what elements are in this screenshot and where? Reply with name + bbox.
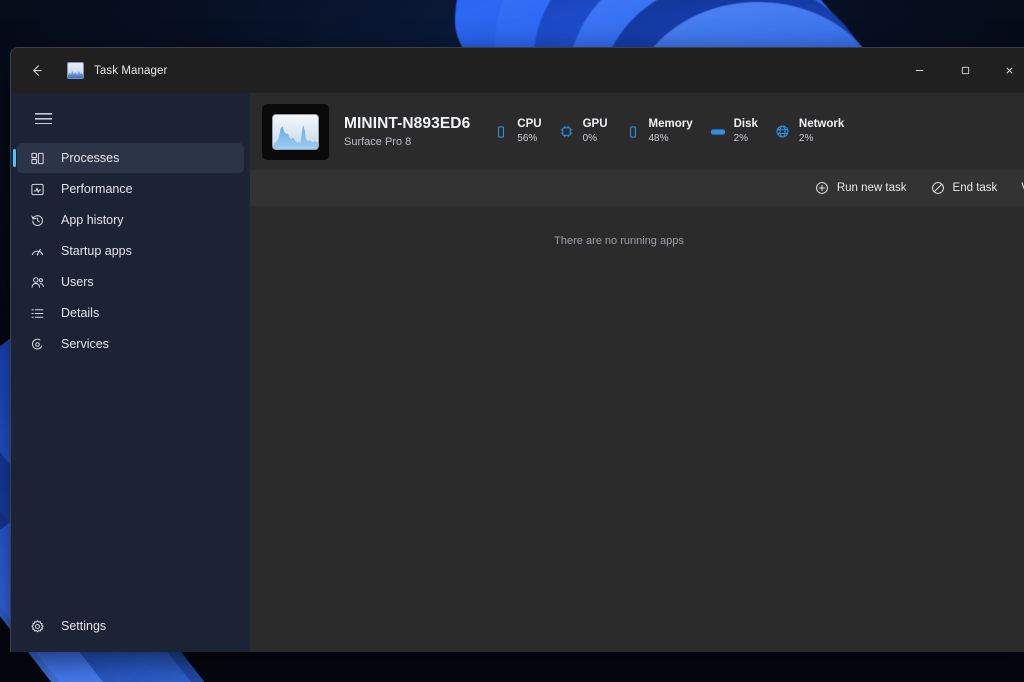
sidebar-item-app-history[interactable]: App history [17,205,244,235]
stat-label: GPU [583,118,608,131]
sidebar-item-startup-apps[interactable]: Startup apps [17,236,244,266]
stat-label: Network [799,118,844,131]
cpu-icon [492,123,510,141]
resource-stats: CPU 56% G [492,118,860,145]
stat-label: Memory [649,118,693,131]
stat-gpu[interactable]: GPU 0% [558,118,608,145]
process-list-panel: There are no running apps [250,206,1024,652]
details-list-icon [27,303,47,323]
stat-value: 48% [649,133,693,145]
sidebar-item-label: Users [61,276,94,289]
window-controls [896,48,1024,93]
plus-circle-icon [815,181,830,196]
device-model: Surface Pro 8 [344,136,470,148]
stat-cpu[interactable]: CPU 56% [492,118,541,145]
minimize-icon[interactable] [896,48,942,93]
sidebar-footer: Settings [11,611,250,652]
content-area: MININT-N893ED6 Surface Pro 8 CPU [250,93,1024,652]
sidebar-item-processes[interactable]: Processes [17,143,244,173]
stat-value: 0% [583,133,608,145]
users-people-icon [27,272,47,292]
services-gear-icon [27,334,47,354]
toolbar: Run new task End task View [250,170,1024,206]
sidebar-nav: Processes Performance [11,143,250,359]
stat-network[interactable]: Network 2% [774,118,844,145]
performance-pulse-icon [27,179,47,199]
sidebar-item-label: Startup apps [61,245,132,258]
sidebar: Processes Performance [11,93,250,652]
end-task-label: End task [953,182,998,194]
title-bar: Task Manager [11,48,1024,93]
stat-disk[interactable]: Disk 2% [709,118,758,145]
sidebar-item-settings[interactable]: Settings [17,611,244,641]
gpu-chip-icon [558,123,576,141]
stat-label: Disk [734,118,758,131]
processes-grid-icon [27,148,47,168]
sidebar-item-label: Details [61,307,99,320]
network-globe-icon [774,123,792,141]
settings-gear-icon [27,616,47,636]
stat-label: CPU [517,118,541,131]
sidebar-item-label: Performance [61,183,133,196]
back-arrow-icon[interactable] [19,55,53,87]
desktop-background: Task Manager [0,0,1024,682]
stat-memory[interactable]: Memory 48% [624,118,693,145]
maximize-icon[interactable] [942,48,988,93]
end-task-button[interactable]: End task [921,174,1008,202]
memory-icon [624,123,642,141]
device-performance-chart-icon [262,104,329,160]
empty-state-message: There are no running apps [250,235,1024,247]
sidebar-item-details[interactable]: Details [17,298,244,328]
empty-state-text: There are no running apps [554,235,684,247]
stat-value: 2% [799,133,844,145]
sidebar-item-services[interactable]: Services [17,329,244,359]
history-clock-icon [27,210,47,230]
device-header: MININT-N893ED6 Surface Pro 8 CPU [250,93,1024,170]
startup-rocket-icon [27,241,47,261]
task-manager-window: Task Manager [10,47,1024,652]
sidebar-item-label: Services [61,338,109,351]
sidebar-item-label: Settings [61,620,106,633]
run-new-task-button[interactable]: Run new task [805,174,917,202]
device-info: MININT-N893ED6 Surface Pro 8 [344,115,470,148]
run-new-task-label: Run new task [837,182,907,194]
stat-value: 2% [734,133,758,145]
view-button[interactable]: View [1011,174,1024,202]
close-icon[interactable] [988,48,1024,93]
sidebar-item-label: Processes [61,152,119,165]
stat-value: 56% [517,133,541,145]
sidebar-item-performance[interactable]: Performance [17,174,244,204]
device-name: MININT-N893ED6 [344,115,470,133]
sidebar-item-users[interactable]: Users [17,267,244,297]
sidebar-item-label: App history [61,214,124,227]
task-manager-icon [67,62,84,79]
disk-drive-icon [709,123,727,141]
no-entry-circle-icon [931,181,946,196]
hamburger-menu-icon[interactable] [23,99,63,137]
window-title: Task Manager [94,65,167,77]
